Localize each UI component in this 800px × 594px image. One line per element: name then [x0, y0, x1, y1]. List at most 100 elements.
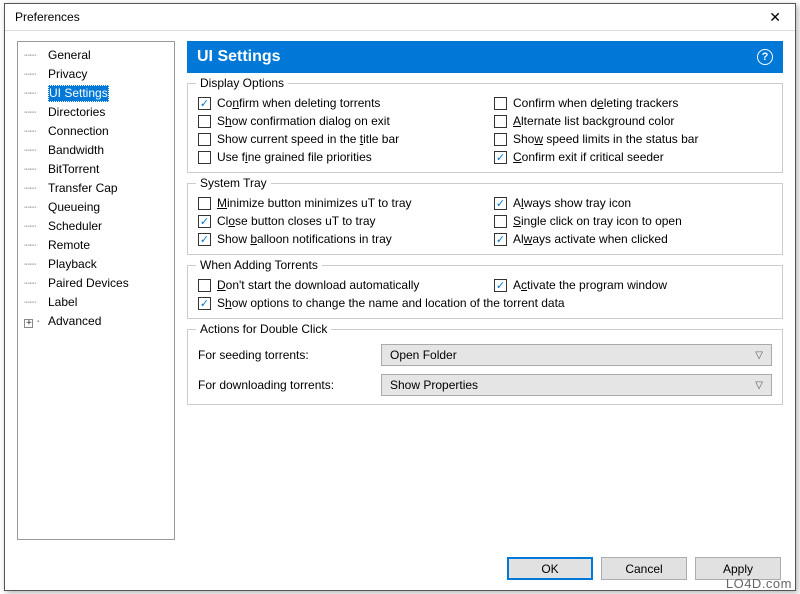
checkbox[interactable]	[198, 279, 211, 292]
sidebar-item-queueing[interactable]: ┈┈Queueing	[20, 198, 172, 217]
checkbox[interactable]	[198, 133, 211, 146]
tree-line-icon: ┈┈	[24, 142, 46, 159]
checkbox-label: Confirm when deleting trackers	[513, 96, 678, 110]
sidebar-item-general[interactable]: ┈┈General	[20, 46, 172, 65]
checkbox-row[interactable]: Show speed limits in the status bar	[494, 132, 772, 146]
checkbox[interactable]: ✓	[198, 215, 211, 228]
sidebar-item-transfer-cap[interactable]: ┈┈Transfer Cap	[20, 179, 172, 198]
tree-line-icon: ┈┈	[24, 294, 46, 311]
tree-line-icon: ┈┈	[24, 47, 46, 64]
checkbox-row[interactable]: Show current speed in the title bar	[198, 132, 476, 146]
checkbox[interactable]	[198, 151, 211, 164]
checkbox-label: Show options to change the name and loca…	[217, 296, 565, 310]
tree-line-icon: ┈┈	[24, 199, 46, 216]
sidebar-item-paired-devices[interactable]: ┈┈Paired Devices	[20, 274, 172, 293]
sidebar-item-remote[interactable]: ┈┈Remote	[20, 236, 172, 255]
group-display-options: Display Options ✓Confirm when deleting t…	[187, 83, 783, 173]
sidebar-item-bandwidth[interactable]: ┈┈Bandwidth	[20, 141, 172, 160]
checkbox[interactable]	[494, 97, 507, 110]
seeding-value: Open Folder	[390, 348, 457, 362]
checkbox-row[interactable]: ✓ Confirm exit if critical seeder	[494, 150, 772, 164]
checkbox-row[interactable]: ✓ Show options to change the name and loc…	[198, 296, 772, 310]
checkbox-row[interactable]: Don't start the download automatically	[198, 278, 476, 292]
checkbox-row[interactable]: Confirm when deleting trackers	[494, 96, 772, 110]
checkbox[interactable]: ✓	[494, 197, 507, 210]
tree-line-icon: ┈┈	[24, 237, 46, 254]
sidebar-item-label: Directories	[48, 104, 105, 121]
sidebar-item-label: Playback	[48, 256, 97, 273]
seeding-select[interactable]: Open Folder ▽	[381, 344, 772, 366]
checkbox-label: Single click on tray icon to open	[513, 214, 682, 228]
group-system-tray: System Tray Minimize button minimizes uT…	[187, 183, 783, 255]
checkbox-label: Confirm exit if critical seeder	[513, 150, 664, 164]
checkbox-row[interactable]: ✓Always activate when clicked	[494, 232, 772, 246]
group-when-adding-torrents: When Adding Torrents Don't start the dow…	[187, 265, 783, 319]
tree-line-icon: ┈┈	[24, 275, 46, 292]
sidebar-item-label: Advanced	[48, 313, 101, 330]
sidebar-item-bittorrent[interactable]: ┈┈BitTorrent	[20, 160, 172, 179]
sidebar-item-label: Label	[48, 294, 77, 311]
main-panel: UI Settings ? Display Options ✓Confirm w…	[187, 41, 783, 540]
cancel-button[interactable]: Cancel	[601, 557, 687, 580]
sidebar-item-privacy[interactable]: ┈┈Privacy	[20, 65, 172, 84]
checkbox-row[interactable]: Use fine grained file priorities	[198, 150, 476, 164]
checkbox[interactable]	[494, 215, 507, 228]
sidebar-item-connection[interactable]: ┈┈Connection	[20, 122, 172, 141]
checkbox[interactable]: ✓	[494, 279, 507, 292]
checkbox-row[interactable]: ✓Close button closes uT to tray	[198, 214, 476, 228]
sidebar-item-scheduler[interactable]: ┈┈Scheduler	[20, 217, 172, 236]
checkbox[interactable]	[198, 197, 211, 210]
tree-line-icon: +·	[24, 313, 46, 330]
sidebar-item-label: Paired Devices	[48, 275, 129, 292]
group-legend: Display Options	[196, 76, 288, 90]
tree-line-icon: ┈┈	[24, 85, 46, 102]
checkbox[interactable]: ✓	[494, 151, 507, 164]
group-legend: When Adding Torrents	[196, 258, 322, 272]
sidebar-tree: ┈┈General┈┈Privacy┈┈UI Settings┈┈Directo…	[17, 41, 175, 540]
sidebar-item-playback[interactable]: ┈┈Playback	[20, 255, 172, 274]
help-icon[interactable]: ?	[757, 49, 773, 65]
checkbox[interactable]: ✓	[198, 233, 211, 246]
checkbox-row[interactable]: ✓Always show tray icon	[494, 196, 772, 210]
checkbox[interactable]	[198, 115, 211, 128]
sidebar-item-label: Remote	[48, 237, 90, 254]
checkbox-label: Activate the program window	[513, 278, 667, 292]
ok-button[interactable]: OK	[507, 557, 593, 580]
tree-line-icon: ┈┈	[24, 218, 46, 235]
sidebar-item-label: UI Settings	[48, 85, 109, 102]
checkbox-label: Minimize button minimizes uT to tray	[217, 196, 412, 210]
tree-line-icon: ┈┈	[24, 180, 46, 197]
seeding-label: For seeding torrents:	[198, 348, 371, 362]
preferences-window: Preferences ✕ ┈┈General┈┈Privacy┈┈UI Set…	[4, 3, 796, 591]
checkbox[interactable]	[494, 115, 507, 128]
panel-title: UI Settings	[197, 48, 281, 66]
close-icon[interactable]: ✕	[763, 9, 787, 26]
sidebar-item-advanced[interactable]: +·Advanced	[20, 312, 172, 331]
checkbox-row[interactable]: Minimize button minimizes uT to tray	[198, 196, 476, 210]
sidebar-item-label: Connection	[48, 123, 109, 140]
sidebar-item-ui-settings[interactable]: ┈┈UI Settings	[20, 84, 172, 103]
checkbox[interactable]	[494, 133, 507, 146]
sidebar-item-label: Bandwidth	[48, 142, 104, 159]
sidebar-item-label: Scheduler	[48, 218, 102, 235]
expand-icon[interactable]: +	[24, 319, 33, 328]
panel-banner: UI Settings ?	[187, 41, 783, 73]
downloading-select[interactable]: Show Properties ▽	[381, 374, 772, 396]
sidebar-item-directories[interactable]: ┈┈Directories	[20, 103, 172, 122]
checkbox-row[interactable]: ✓Confirm when deleting torrents	[198, 96, 476, 110]
checkbox[interactable]: ✓	[198, 97, 211, 110]
downloading-label: For downloading torrents:	[198, 378, 371, 392]
checkbox[interactable]: ✓	[494, 233, 507, 246]
checkbox-label: Show balloon notifications in tray	[217, 232, 392, 246]
group-legend: Actions for Double Click	[196, 322, 331, 336]
checkbox-row[interactable]: ✓ Activate the program window	[494, 278, 772, 292]
checkbox-row[interactable]: Show confirmation dialog on exit	[198, 114, 476, 128]
checkbox-row[interactable]: Alternate list background color	[494, 114, 772, 128]
checkbox[interactable]: ✓	[198, 297, 211, 310]
checkbox-label: Use fine grained file priorities	[217, 150, 372, 164]
sidebar-item-label[interactable]: ┈┈Label	[20, 293, 172, 312]
checkbox-label: Show confirmation dialog on exit	[217, 114, 390, 128]
checkbox-row[interactable]: Single click on tray icon to open	[494, 214, 772, 228]
checkbox-label: Don't start the download automatically	[217, 278, 419, 292]
checkbox-row[interactable]: ✓ Show balloon notifications in tray	[198, 232, 476, 246]
